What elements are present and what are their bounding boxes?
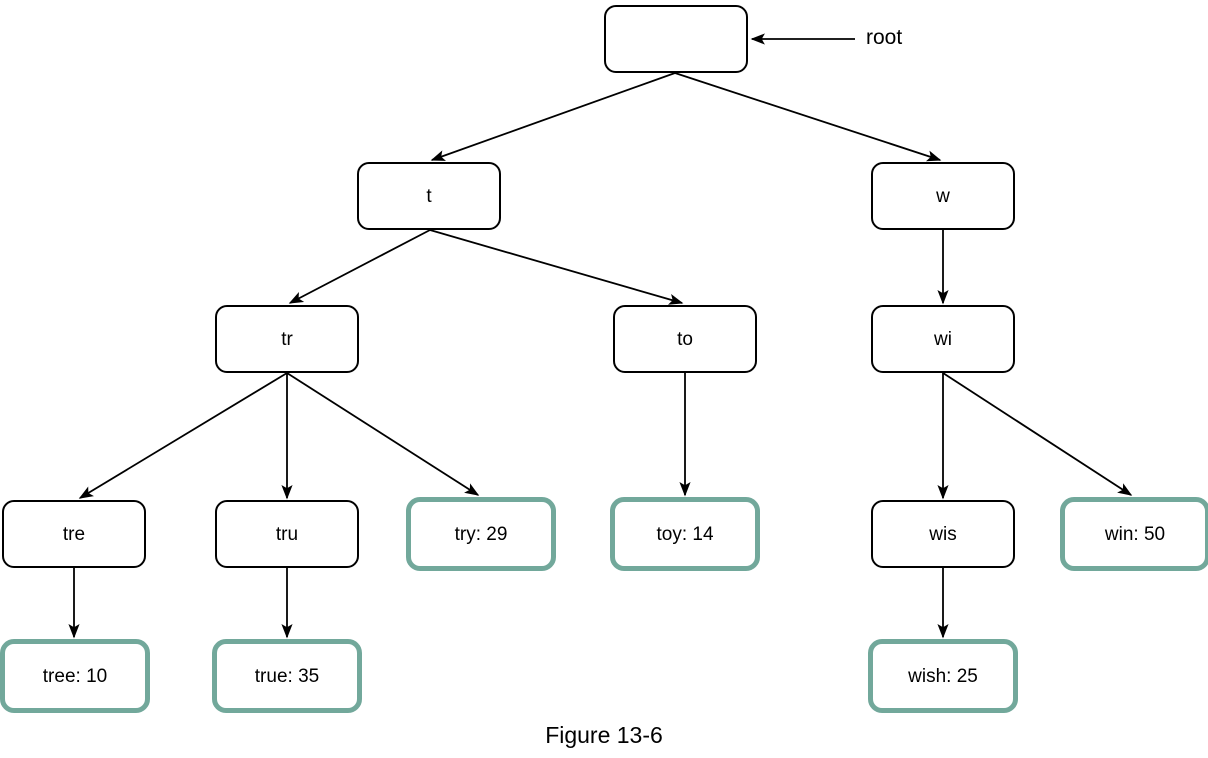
- trie-edge-wi-to-win: [942, 372, 1133, 496]
- trie-node-to[interactable]: to: [613, 305, 757, 373]
- edge-layer: [68, 33, 1133, 639]
- trie-node-label: tru: [275, 523, 299, 545]
- trie-node-w[interactable]: w: [871, 162, 1015, 230]
- trie-node-label: wis: [929, 523, 957, 545]
- trie-node-tru[interactable]: tru: [215, 500, 359, 568]
- trie-node-label: tre: [62, 523, 86, 545]
- trie-node-label: wi: [934, 328, 952, 350]
- trie-node-true[interactable]: true: 35: [212, 639, 362, 713]
- trie-node-label: tree: 10: [42, 665, 108, 687]
- trie-node-label: win: 50: [1104, 523, 1166, 545]
- trie-node-label: to: [677, 328, 693, 350]
- trie-edge-t-to-tr: [288, 229, 431, 304]
- trie-node-win[interactable]: win: 50: [1060, 497, 1208, 571]
- trie-node-wish[interactable]: wish: 25: [868, 639, 1018, 713]
- trie-edge-root-to-w: [674, 72, 942, 162]
- trie-node-tr[interactable]: tr: [215, 305, 359, 373]
- trie-node-root[interactable]: [604, 5, 748, 73]
- trie-edge-root-to-t: [430, 72, 676, 161]
- trie-node-label: t: [426, 185, 432, 207]
- trie-edge-tr-to-try: [286, 372, 480, 496]
- trie-figure: t w tr to wi tre tru try: 29 toy: 14 wis win: 50 tr…: [0, 0, 1208, 758]
- trie-node-tree[interactable]: tree: 10: [0, 639, 150, 713]
- trie-edge-tr-to-tre: [78, 372, 288, 499]
- trie-node-label: true: 35: [254, 665, 320, 687]
- trie-node-t[interactable]: t: [357, 162, 501, 230]
- trie-node-tre[interactable]: tre: [2, 500, 146, 568]
- trie-edge-t-to-to: [429, 229, 684, 305]
- trie-node-label: wish: 25: [908, 665, 978, 687]
- trie-node-label: try: 29: [454, 523, 508, 545]
- annotation-label-root-callout: root: [866, 26, 903, 49]
- trie-node-label: w: [936, 185, 950, 207]
- trie-node-wis[interactable]: wis: [871, 500, 1015, 568]
- trie-node-wi[interactable]: wi: [871, 305, 1015, 373]
- trie-node-label: toy: 14: [656, 523, 714, 545]
- trie-node-label: tr: [281, 328, 293, 350]
- trie-node-toy[interactable]: toy: 14: [610, 497, 760, 571]
- trie-node-try[interactable]: try: 29: [406, 497, 556, 571]
- figure-caption: Figure 13-6: [545, 722, 663, 748]
